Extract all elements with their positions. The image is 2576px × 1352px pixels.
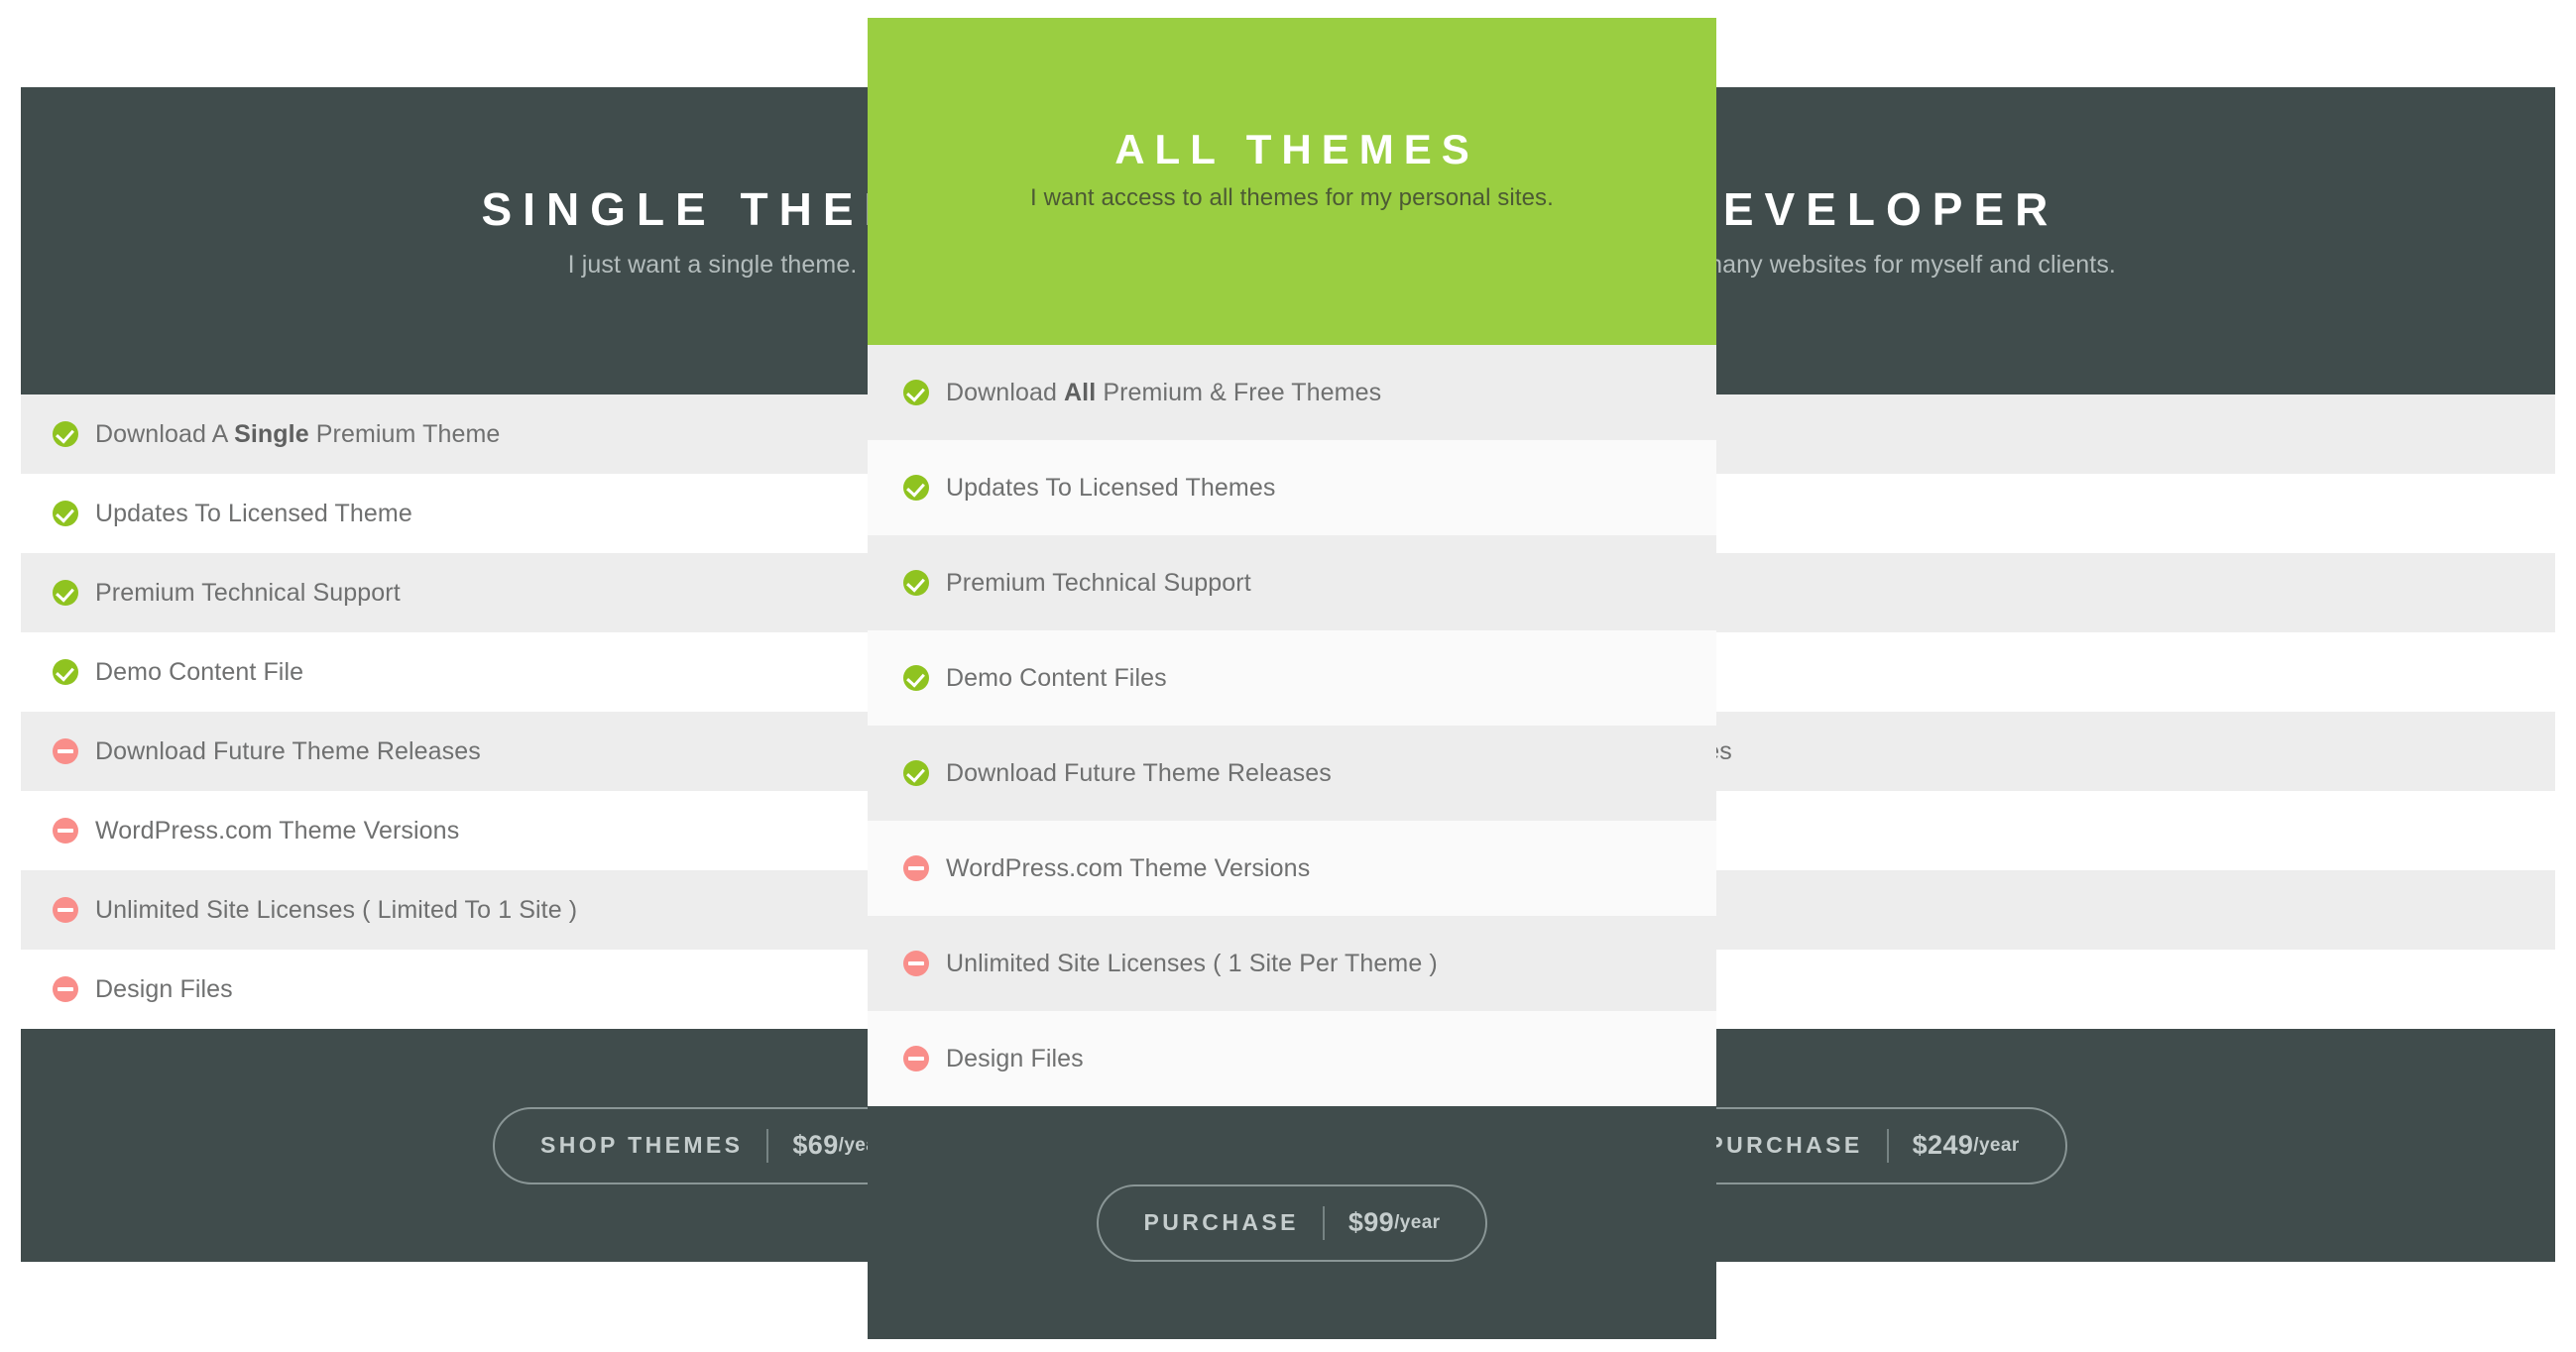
feature-label: Premium Technical Support	[946, 568, 1251, 597]
purchase-all-themes-button[interactable]: PURCHASE $99 /year	[1096, 1183, 1488, 1262]
check-circle-icon	[53, 659, 78, 685]
plan-header-featured: ALL THEMES I want access to all themes f…	[868, 18, 1716, 345]
plan-footer: PURCHASE $99 /year	[868, 1106, 1716, 1339]
check-circle-icon	[53, 580, 78, 606]
feature-row: Demo Content Files	[868, 630, 1716, 726]
minus-circle-icon	[903, 855, 929, 881]
cta-price: $69	[792, 1130, 839, 1160]
check-circle-icon	[903, 570, 929, 596]
minus-circle-icon	[903, 951, 929, 976]
check-circle-icon	[903, 760, 929, 786]
feature-list: Download All Premium & Free Themes Update…	[868, 345, 1716, 1106]
feature-row: Unlimited Site Licenses ( 1 Site Per The…	[868, 916, 1716, 1011]
feature-label: Download A Single Premium Theme	[95, 419, 501, 448]
page-title: ALL THEMES	[1114, 126, 1479, 172]
feature-label: Updates To Licensed Theme	[95, 499, 412, 527]
feature-row: Premium Technical Support	[868, 535, 1716, 630]
feature-label: Design Files	[95, 974, 233, 1003]
shop-themes-button[interactable]: SHOP THEMES $69 /year	[492, 1106, 933, 1184]
feature-label: Premium Technical Support	[95, 578, 401, 607]
pricing-column-all-themes: ALL THEMES I want access to all themes f…	[868, 0, 1716, 1339]
feature-label: Demo Content File	[95, 657, 304, 686]
purchase-developer-button[interactable]: PURCHASE $249 /year	[1660, 1106, 2067, 1184]
feature-label: Updates To Licensed Themes	[946, 473, 1276, 502]
feature-label: WordPress.com Theme Versions	[946, 853, 1311, 882]
cta-price: $99	[1347, 1207, 1395, 1237]
feature-label: Design Files	[946, 1044, 1084, 1072]
cta-divider	[766, 1128, 769, 1163]
feature-row: Design Files	[868, 1011, 1716, 1106]
feature-label: Unlimited Site Licenses ( Limited To 1 S…	[95, 895, 578, 924]
check-circle-icon	[903, 665, 929, 691]
feature-label-emphasis: Single	[234, 419, 309, 448]
cta-label: PURCHASE	[1143, 1209, 1299, 1235]
feature-label: Demo Content Files	[946, 663, 1167, 692]
minus-circle-icon	[53, 897, 78, 923]
cta-label: PURCHASE	[1707, 1132, 1863, 1158]
feature-label: Download All Premium & Free Themes	[946, 378, 1382, 406]
cta-divider	[1886, 1128, 1889, 1163]
cta-label: SHOP THEMES	[539, 1132, 744, 1158]
feature-label: Download Future Theme Releases	[946, 758, 1332, 787]
cta-price: $249	[1912, 1130, 1974, 1160]
check-circle-icon	[53, 501, 78, 526]
minus-circle-icon	[53, 976, 78, 1002]
minus-circle-icon	[53, 818, 78, 844]
feature-label-emphasis: All	[1064, 378, 1097, 406]
check-circle-icon	[903, 475, 929, 501]
plan-subtitle: I want access to all themes for my perso…	[1030, 184, 1554, 212]
minus-circle-icon	[903, 1046, 929, 1071]
feature-row: Download All Premium & Free Themes	[868, 345, 1716, 440]
feature-row: Updates To Licensed Themes	[868, 440, 1716, 535]
feature-label: WordPress.com Theme Versions	[95, 816, 460, 845]
feature-row: Download Future Theme Releases	[868, 726, 1716, 821]
cta-period: /year	[1394, 1211, 1441, 1233]
pricing-table: SINGLE THEME I just want a single theme.…	[0, 0, 2576, 1352]
check-circle-icon	[53, 421, 78, 447]
cta-divider	[1322, 1205, 1325, 1240]
feature-label: Download Future Theme Releases	[95, 736, 481, 765]
feature-row: WordPress.com Theme Versions	[868, 821, 1716, 916]
check-circle-icon	[903, 380, 929, 405]
minus-circle-icon	[53, 738, 78, 764]
feature-label: Unlimited Site Licenses ( 1 Site Per The…	[946, 949, 1438, 977]
cta-period: /year	[1973, 1134, 2020, 1156]
